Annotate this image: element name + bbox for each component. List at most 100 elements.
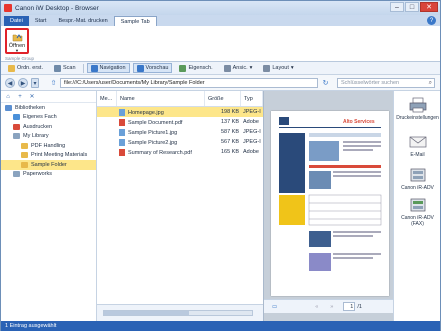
tree-item[interactable]: PDF Handling [1,141,96,151]
print-settings-button[interactable]: Druckeinstellungen [395,97,440,121]
add-library-icon[interactable]: + [16,93,24,101]
file-name: Homepage.jpg [128,109,164,116]
view-dropdown[interactable]: Ansic. ▾ [220,63,257,73]
printer-canon-button[interactable]: Canon iR-ADV [395,167,440,191]
table-row[interactable]: Sample Picture2.jpg 567 KB JPEG-I [97,137,263,147]
column-mark[interactable]: Me... [97,91,117,106]
preview-page-image [279,117,382,271]
navigation-icon [90,64,98,72]
status-text: 1 Eintrag ausgewählt [5,323,57,329]
tree-item[interactable]: Ausdrucken [1,122,96,132]
printer-icon [408,167,428,183]
preview-icon [136,64,144,72]
cell-name: Summary of Research.pdf [117,148,205,156]
tree-item-label: My Library [23,133,49,140]
cell-type: Adobe [243,149,259,155]
file-name: Sample Picture2.jpg [128,139,178,146]
back-button[interactable]: ◀ [5,78,15,88]
search-input[interactable]: Schlüsselwörter suchen ⌕ [337,78,435,88]
chevron-down-icon: ▼ [15,48,19,53]
folder-icon [13,133,20,140]
pdf-file-icon [119,148,125,156]
folder-icon [21,152,28,159]
previous-page-icon[interactable]: « [315,304,318,310]
new-folder-icon [8,64,15,72]
tree-item[interactable]: My Library [1,132,96,142]
minimize-icon[interactable]: – [390,2,404,12]
horizontal-scrollbar[interactable] [97,304,263,321]
new-folder-button[interactable]: Ordn. erst. [4,63,47,73]
column-size[interactable]: Größe [205,91,241,106]
tree-item-label: Ausdrucken [23,123,53,130]
tree-item-label: PDF Handling [31,142,66,149]
navigation-pane: ⌂ + ✕ Bibliotheken Eigenes Fach Ausdrucken… [1,91,97,321]
cell-size: 587 KB [220,129,239,135]
tree-item-label: Bibliotheken [15,104,45,111]
window-title: Canon iW Desktop - Browser [15,4,99,12]
file-name: Summary of Research.pdf [128,149,192,156]
column-name[interactable]: Name [117,91,205,106]
tree-item[interactable]: Sample Folder [1,160,96,170]
cell-name: Sample Picture1.jpg [117,128,205,136]
email-button[interactable]: E-Mail [395,134,440,158]
preview-toggle[interactable]: Vorschau [132,63,173,73]
properties-button[interactable]: Eigensch. [175,63,216,73]
image-file-icon [119,128,125,136]
printer-icon [408,97,428,113]
close-icon[interactable]: ✕ [420,2,438,12]
title-bar: Canon iW Desktop - Browser – □ ✕ [1,1,440,15]
preview-controls: ▭ « » 1 /1 [264,299,394,313]
app-icon [4,4,12,12]
file-name: Sample Document.pdf [128,119,183,126]
fax-canon-button[interactable]: Canon iR-ADV (FAX) [395,197,440,227]
cell-size: 198 KB [220,109,239,115]
command-toolbar: Ordn. erst. Scan Navigation Vorschau Eig… [1,62,440,75]
folder-icon [13,171,20,178]
file-list: Me... Name Größe Typ Homepage.jpg 198 KB J… [97,91,263,304]
home-icon[interactable]: ⌂ [4,93,12,101]
layout-dropdown[interactable]: Layout ▾ [259,63,297,73]
maximize-icon[interactable]: □ [405,2,419,12]
table-row[interactable]: Homepage.jpg 198 KB JPEG-I [97,107,263,117]
up-folder-icon[interactable]: ⇧ [49,79,58,87]
tab-start[interactable]: Start [29,16,53,26]
tree-item[interactable]: Print Meeting Materials [1,151,96,161]
search-icon[interactable]: ⌕ [429,80,432,87]
scrollbar-thumb[interactable] [104,311,189,315]
image-file-icon [119,108,125,116]
tree-item[interactable]: Paperworks [1,170,96,180]
folder-icon [13,123,20,130]
cell-type: Adobe [243,119,259,125]
forward-button[interactable]: ▶ [18,78,28,88]
tree-item-label: Eigenes Fach [23,114,57,121]
first-page-icon[interactable]: ▭ [272,304,277,310]
help-icon[interactable]: ? [427,16,436,25]
toolbar-divider [82,63,84,73]
tab-print-meeting[interactable]: Bespr.-Mat. drucken [52,16,113,26]
ribbon-group-label: Sample Group [5,56,35,61]
delete-library-icon[interactable]: ✕ [28,93,36,101]
table-row[interactable]: Sample Document.pdf 137 KB Adobe [97,117,263,127]
tree-item-label: Print Meeting Materials [31,152,88,159]
table-row[interactable]: Summary of Research.pdf 165 KB Adobe [97,147,263,157]
tree-item[interactable]: Eigenes Fach [1,113,96,123]
column-type[interactable]: Typ [241,91,263,106]
cell-type: JPEG-I [243,129,261,135]
tree-item-label: Sample Folder [31,161,67,168]
open-button[interactable]: Öffnen ▼ [5,28,29,54]
tab-file[interactable]: Datei [4,16,29,26]
next-page-icon[interactable]: » [330,304,333,310]
history-dropdown[interactable]: ▾ [31,78,39,88]
folder-icon [21,142,28,149]
page-number-input[interactable]: 1 [343,302,356,311]
navigation-toggle[interactable]: Navigation [86,63,130,73]
table-row[interactable]: Sample Picture1.jpg 587 KB JPEG-I [97,127,263,137]
tree-item[interactable]: Bibliotheken [1,103,96,113]
chevron-down-icon: ▾ [249,65,253,71]
folder-icon [5,104,12,111]
refresh-icon[interactable]: ↻ [321,78,330,88]
tab-sample[interactable]: Sample Tab [113,16,157,26]
address-field[interactable]: file:///C:/Users/user/Documents/My Libra… [60,78,318,88]
scan-button[interactable]: Scan [50,63,80,73]
preview-page: Alto Services [271,111,389,296]
